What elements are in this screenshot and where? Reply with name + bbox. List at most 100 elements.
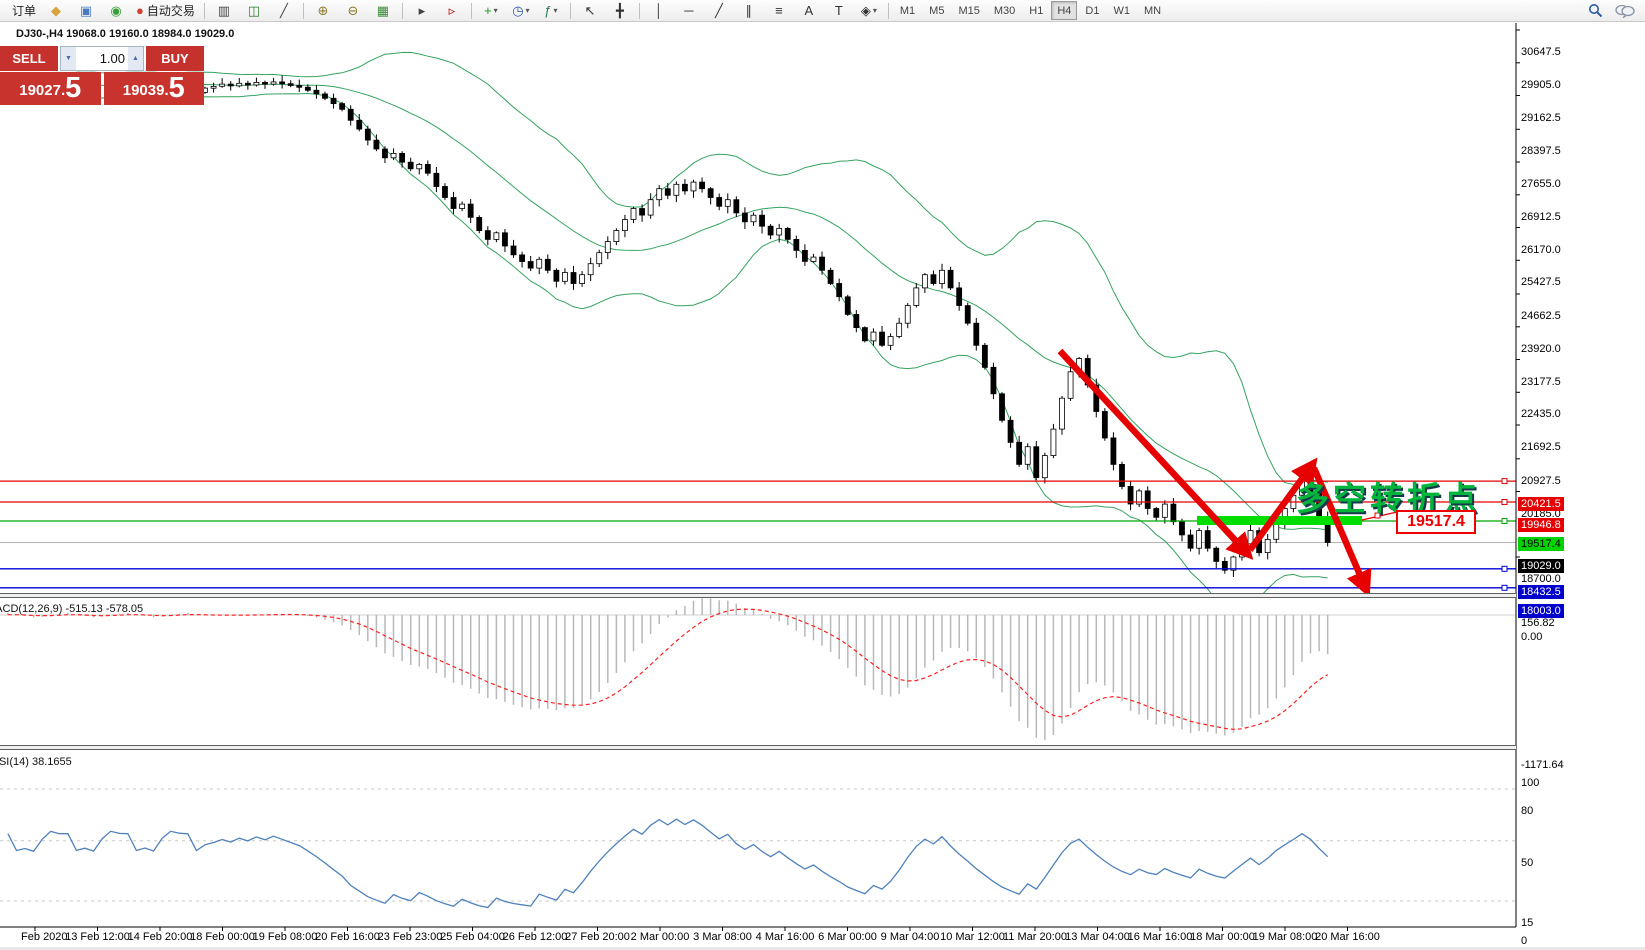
time-tick-label: 3 Mar 08:00 xyxy=(693,931,752,943)
level-price-label: 18432.5 xyxy=(1518,585,1564,599)
time-tick-label: 23 Feb 23:00 xyxy=(378,931,443,943)
line-chart-icon[interactable]: ╱ xyxy=(270,1,298,21)
sell-button[interactable]: SELL xyxy=(0,46,58,71)
text-label-icon: T xyxy=(835,3,843,18)
time-tick-label: Feb 2020 xyxy=(21,931,67,943)
macd-signal-line xyxy=(8,609,1328,729)
horizontal-line-icon[interactable]: ─ xyxy=(675,1,703,21)
time-tick-label: 11 Mar 20:00 xyxy=(1003,931,1067,943)
time-tick-label: 13 Mar 04:00 xyxy=(1065,931,1130,943)
zoom-in-icon[interactable]: ⊕ xyxy=(309,1,337,21)
volume-increase-button[interactable]: ▲ xyxy=(128,47,143,70)
crosshair-icon: ╋ xyxy=(616,3,624,19)
horizontal-levels[interactable] xyxy=(0,479,1516,591)
toolbar-right xyxy=(1588,3,1635,18)
candlestick-chart-icon[interactable]: ◫ xyxy=(240,1,268,21)
tile-windows-icon: ▦ xyxy=(377,3,389,19)
autotrading-button[interactable]: ●自动交易 xyxy=(132,1,199,21)
text-label-icon[interactable]: T xyxy=(825,1,853,21)
time-tick-label: 19 Feb 08:00 xyxy=(253,931,318,943)
symbol-info: DJ30-,H4 19068.0 19160.0 18984.0 19029.0 xyxy=(16,28,234,40)
vertical-line-icon[interactable]: │ xyxy=(645,1,673,21)
orders-button[interactable]: 订单 xyxy=(5,1,40,21)
toolbar-separator xyxy=(402,3,403,19)
price-tick-label: 28397.5 xyxy=(1521,145,1561,158)
cursor-icon[interactable]: ↖ xyxy=(576,1,604,21)
tf-m5[interactable]: M5 xyxy=(923,1,950,20)
price-tick-label: 30647.5 xyxy=(1521,46,1561,59)
time-tick-label: 18 Mar 00:00 xyxy=(1190,931,1255,943)
price-tick-label: 25427.5 xyxy=(1521,276,1561,289)
chart-shift-icon[interactable]: ▹ xyxy=(438,1,466,21)
profiles-icon[interactable]: ◷▾ xyxy=(507,1,535,21)
time-tick-label: 25 Feb 04:00 xyxy=(440,931,505,943)
level-price-label: 19517.4 xyxy=(1518,537,1564,551)
auto-scroll-icon[interactable]: ▸ xyxy=(408,1,436,21)
new-order-icon: ◆ xyxy=(51,3,61,19)
tf-mn[interactable]: MN xyxy=(1138,1,1167,20)
volume-input[interactable] xyxy=(76,47,128,70)
fibonacci-icon: ≡ xyxy=(775,3,783,18)
tf-w1[interactable]: W1 xyxy=(1107,1,1136,20)
rsi-scale-label: 100 xyxy=(1521,777,1539,790)
buy-price-frac: 5 xyxy=(169,74,185,103)
sell-price-panel[interactable]: 19027.5 xyxy=(0,72,101,105)
crosshair-icon[interactable]: ╋ xyxy=(606,1,634,21)
buy-button[interactable]: BUY xyxy=(146,46,204,71)
trend-arrows[interactable] xyxy=(1060,351,1366,589)
price-tick-label: 26912.5 xyxy=(1521,211,1561,224)
rsi-scale-label: 15 xyxy=(1521,917,1533,930)
price-annotation-box[interactable]: 19517.4 xyxy=(1396,510,1476,534)
buy-price-int: 19039 xyxy=(123,79,165,103)
text-icon[interactable]: A xyxy=(795,1,823,21)
arrows-icon: ◈ xyxy=(861,3,871,19)
level-price-label: 18003.0 xyxy=(1518,604,1564,618)
price-tick-label: 29905.0 xyxy=(1521,79,1561,92)
zoom-out-icon[interactable]: ⊖ xyxy=(339,1,367,21)
pane-borders xyxy=(0,23,1520,931)
tf-d1[interactable]: D1 xyxy=(1079,1,1105,20)
auto-scroll-icon: ▸ xyxy=(419,3,426,19)
tile-windows-icon[interactable]: ▦ xyxy=(369,1,397,21)
tf-h1[interactable]: H1 xyxy=(1023,1,1049,20)
signals-icon: ◉ xyxy=(110,3,121,19)
pane-separator-macd-rsi[interactable] xyxy=(0,745,1516,750)
sell-price-int: 19027 xyxy=(19,79,61,103)
level-price-label: 19946.8 xyxy=(1518,518,1564,532)
time-tick-label: 6 Mar 00:00 xyxy=(818,931,877,943)
new-order-icon[interactable]: ◆ xyxy=(42,1,70,21)
time-tick-label: 20 Mar 16:00 xyxy=(1315,931,1380,943)
bollinger-bands xyxy=(76,52,1327,617)
search-icon[interactable] xyxy=(1588,3,1603,18)
rsi-scale-label: 50 xyxy=(1521,857,1533,870)
mt4-window: 订单◆▣◉●自动交易▥◫╱⊕⊖▦▸▹+▾◷▾ƒ▾↖╋│─╱∥≡AT◈▾M1M5M… xyxy=(0,0,1645,950)
buy-price-panel[interactable]: 19039.5 xyxy=(104,72,205,105)
new-chart-icon: + xyxy=(484,3,492,18)
indicators-icon[interactable]: ƒ▾ xyxy=(537,1,565,21)
pane-separator-main-macd[interactable] xyxy=(0,593,1516,598)
tf-h4[interactable]: H4 xyxy=(1051,1,1077,20)
chat-icon[interactable] xyxy=(1615,4,1635,18)
price-tick-label: 21692.5 xyxy=(1521,441,1561,454)
candlestick-series xyxy=(203,76,1331,577)
horizontal-line-icon: ─ xyxy=(684,3,693,18)
line-chart-icon: ╱ xyxy=(280,3,288,19)
new-chart-icon[interactable]: +▾ xyxy=(477,1,505,21)
volume-decrease-button[interactable]: ▼ xyxy=(61,47,76,70)
bar-chart-icon[interactable]: ▥ xyxy=(210,1,238,21)
signals-icon[interactable]: ◉ xyxy=(102,1,130,21)
price-tick-label: 20927.5 xyxy=(1521,475,1561,488)
trendline-icon: ╱ xyxy=(715,3,723,19)
fibonacci-icon[interactable]: ≡ xyxy=(765,1,793,21)
chart-area[interactable]: DJ30-,H4 19068.0 19160.0 18984.0 19029.0… xyxy=(0,23,1645,950)
price-tick-label: 27655.0 xyxy=(1521,178,1561,191)
tf-m1[interactable]: M1 xyxy=(894,1,921,20)
trendline-icon[interactable]: ╱ xyxy=(705,1,733,21)
tf-m30[interactable]: M30 xyxy=(988,1,1021,20)
channel-icon[interactable]: ∥ xyxy=(735,1,763,21)
tf-m15[interactable]: M15 xyxy=(952,1,985,20)
arrows-icon[interactable]: ◈▾ xyxy=(855,1,883,21)
market-watch-icon[interactable]: ▣ xyxy=(72,1,100,21)
current-price-label: 19029.0 xyxy=(1518,559,1564,573)
volume-spinner: ▼ ▲ xyxy=(60,46,144,71)
